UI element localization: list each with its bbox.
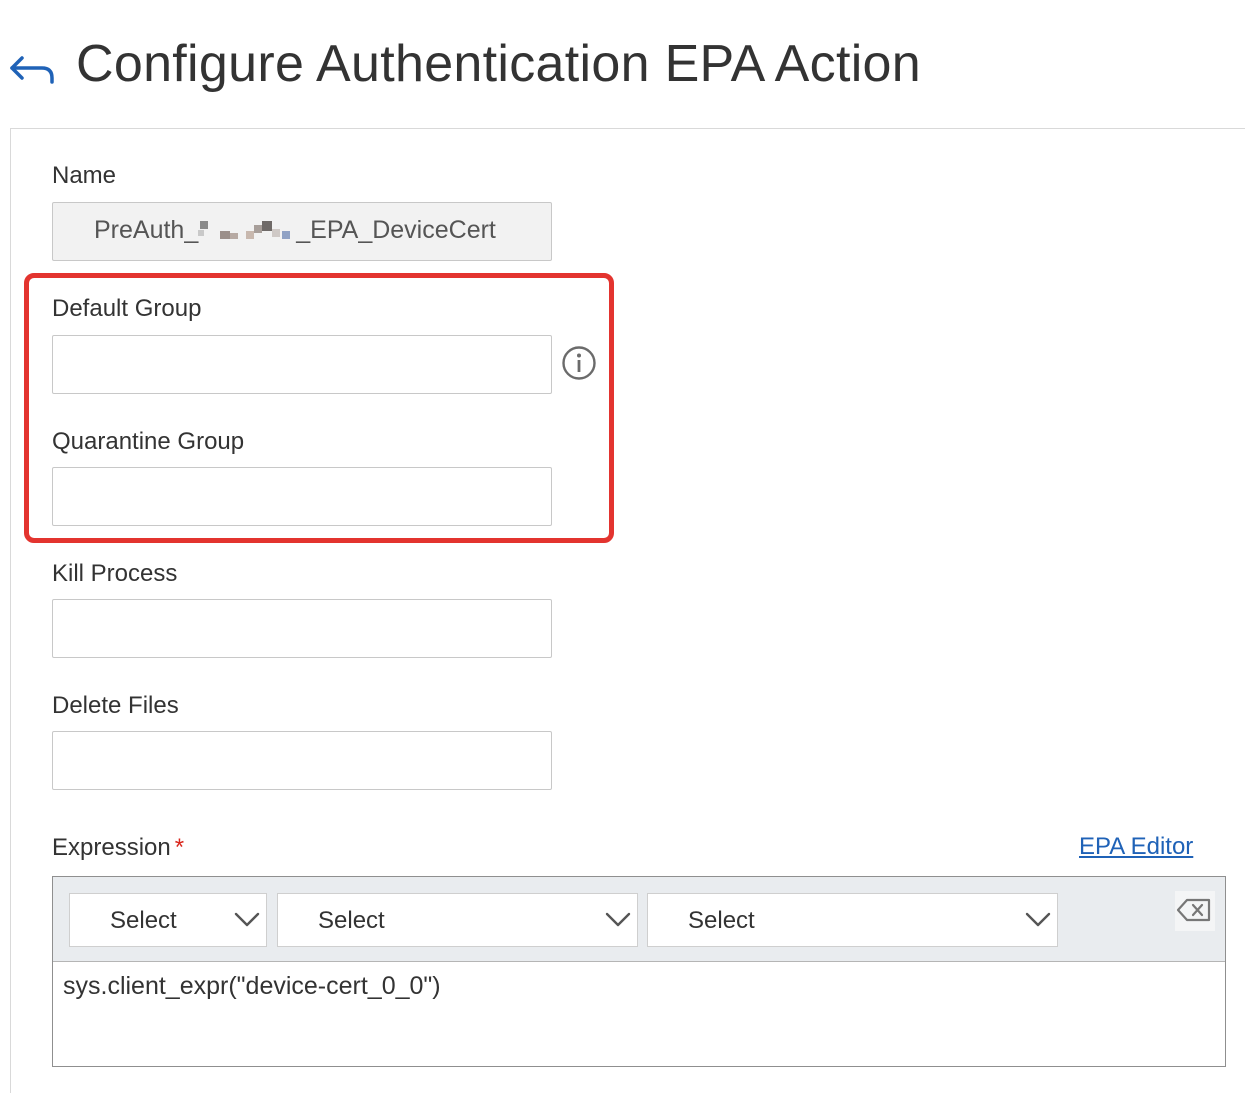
select-1-label: Select — [110, 907, 177, 934]
expression-select-3[interactable]: Select — [647, 893, 1058, 947]
kill-process-input[interactable] — [52, 599, 552, 658]
expression-label: Expression * — [52, 834, 184, 862]
expression-select-1[interactable]: Select — [69, 893, 267, 947]
kill-process-label: Kill Process — [52, 560, 178, 587]
expression-toolbar: Select Select Select — [53, 877, 1225, 962]
chevron-down-icon — [605, 912, 631, 927]
select-3-label: Select — [688, 907, 755, 934]
delete-files-label: Delete Files — [52, 692, 179, 719]
select-2-label: Select — [318, 907, 385, 934]
page-title: Configure Authentication EPA Action — [76, 35, 921, 93]
expression-builder: Select Select Select sys.client_expr("de… — [52, 876, 1226, 1067]
page: Configure Authentication EPA Action Name… — [0, 0, 1245, 1093]
default-group-label: Default Group — [52, 295, 202, 322]
info-icon[interactable] — [561, 345, 597, 381]
quarantine-group-input[interactable] — [52, 467, 552, 526]
name-value: PreAuth_ _EPA_DeviceCert — [94, 216, 496, 245]
name-value-prefix: PreAuth_ — [94, 216, 199, 244]
chevron-down-icon — [1025, 912, 1051, 927]
expression-label-text: Expression — [52, 834, 171, 861]
expression-select-2[interactable]: Select — [277, 893, 638, 947]
back-arrow-icon[interactable] — [8, 48, 56, 88]
default-group-input[interactable] — [52, 335, 552, 394]
expression-value[interactable]: sys.client_expr("device-cert_0_0") — [63, 972, 441, 1001]
name-label: Name — [52, 162, 117, 189]
epa-editor-link[interactable]: EPA Editor — [1079, 833, 1193, 861]
redacted-blur — [198, 221, 291, 240]
chevron-down-icon — [234, 912, 260, 927]
delete-files-input[interactable] — [52, 731, 552, 790]
backspace-clear-icon[interactable] — [1175, 891, 1215, 931]
name-value-suffix: _EPA_DeviceCert — [296, 216, 496, 244]
required-marker: * — [174, 834, 185, 861]
quarantine-group-label: Quarantine Group — [52, 428, 245, 455]
